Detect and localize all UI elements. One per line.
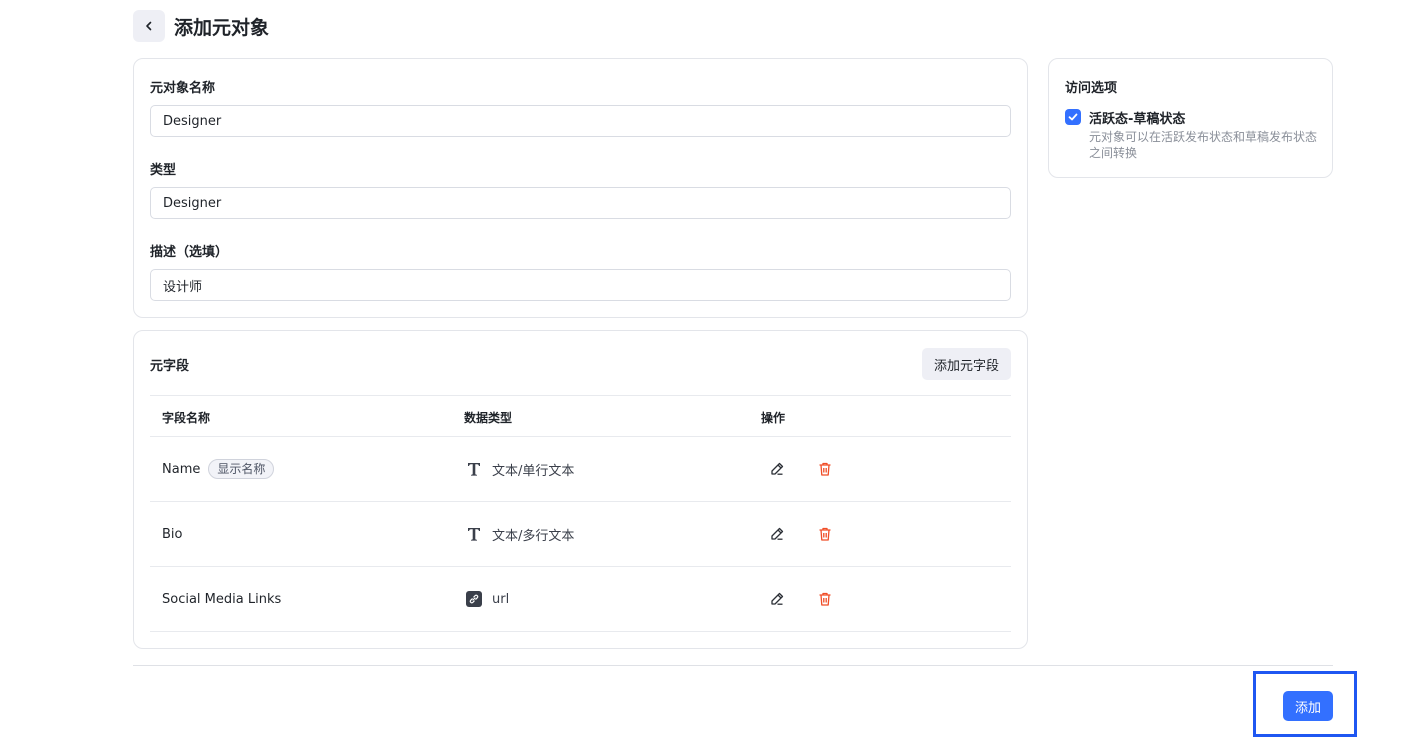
table-row: Bio 文本/多行文本 (150, 502, 1011, 567)
check-icon (1068, 113, 1078, 121)
active-draft-description: 元对象可以在活跃发布状态和草稿发布状态之间转换 (1089, 130, 1318, 160)
footer-divider (133, 665, 1333, 666)
display-name-badge: 显示名称 (208, 459, 275, 479)
meta-fields-table: 字段名称 数据类型 操作 Name 显示名称 文本/单行文本 Bio 文本/多行… (150, 395, 1011, 632)
access-options-card: 访问选项 活跃态-草稿状态 元对象可以在活跃发布状态和草稿发布状态之间转换 (1048, 58, 1333, 178)
back-button[interactable] (133, 10, 165, 42)
column-header-data-type: 数据类型 (464, 411, 513, 425)
delete-icon[interactable] (813, 457, 837, 481)
field-data-type: 文本/单行文本 (492, 463, 575, 479)
access-options-title: 访问选项 (1065, 81, 1118, 96)
submit-add-button[interactable]: 添加 (1283, 691, 1333, 721)
page-header: 添加元对象 (133, 10, 269, 42)
description-input[interactable] (150, 269, 1011, 301)
column-header-actions: 操作 (761, 411, 786, 425)
name-label: 元对象名称 (150, 81, 216, 96)
field-name: Name (162, 461, 201, 477)
active-draft-label: 活跃态-草稿状态 (1089, 112, 1186, 127)
meta-fields-title: 元字段 (150, 359, 190, 374)
text-type-icon (466, 526, 482, 542)
page-title: 添加元对象 (174, 16, 270, 39)
field-name: Bio (162, 526, 183, 542)
field-data-type: 文本/多行文本 (492, 528, 575, 544)
edit-icon[interactable] (765, 457, 789, 481)
table-header: 字段名称 数据类型 操作 (150, 395, 1011, 437)
description-label: 描述（选填） (150, 245, 229, 260)
delete-icon[interactable] (813, 522, 837, 546)
basic-info-card: 元对象名称 类型 描述（选填） (133, 58, 1028, 318)
table-row: Name 显示名称 文本/单行文本 (150, 437, 1011, 502)
type-input[interactable] (150, 187, 1011, 219)
type-label: 类型 (150, 163, 177, 178)
chevron-left-icon (146, 21, 152, 31)
add-meta-field-button[interactable]: 添加元字段 (921, 348, 1011, 380)
field-name: Social Media Links (162, 591, 282, 607)
meta-fields-card: 元字段 添加元字段 字段名称 数据类型 操作 Name 显示名称 文本/单行文本 (133, 330, 1028, 649)
edit-icon[interactable] (765, 522, 789, 546)
column-header-field-name: 字段名称 (162, 411, 211, 425)
text-type-icon (466, 461, 482, 477)
edit-icon[interactable] (765, 587, 789, 611)
active-draft-checkbox[interactable] (1065, 109, 1081, 125)
link-icon (466, 591, 482, 607)
field-data-type: url (492, 591, 510, 607)
name-input[interactable] (150, 105, 1011, 137)
table-row: Social Media Links url (150, 567, 1011, 632)
delete-icon[interactable] (813, 587, 837, 611)
